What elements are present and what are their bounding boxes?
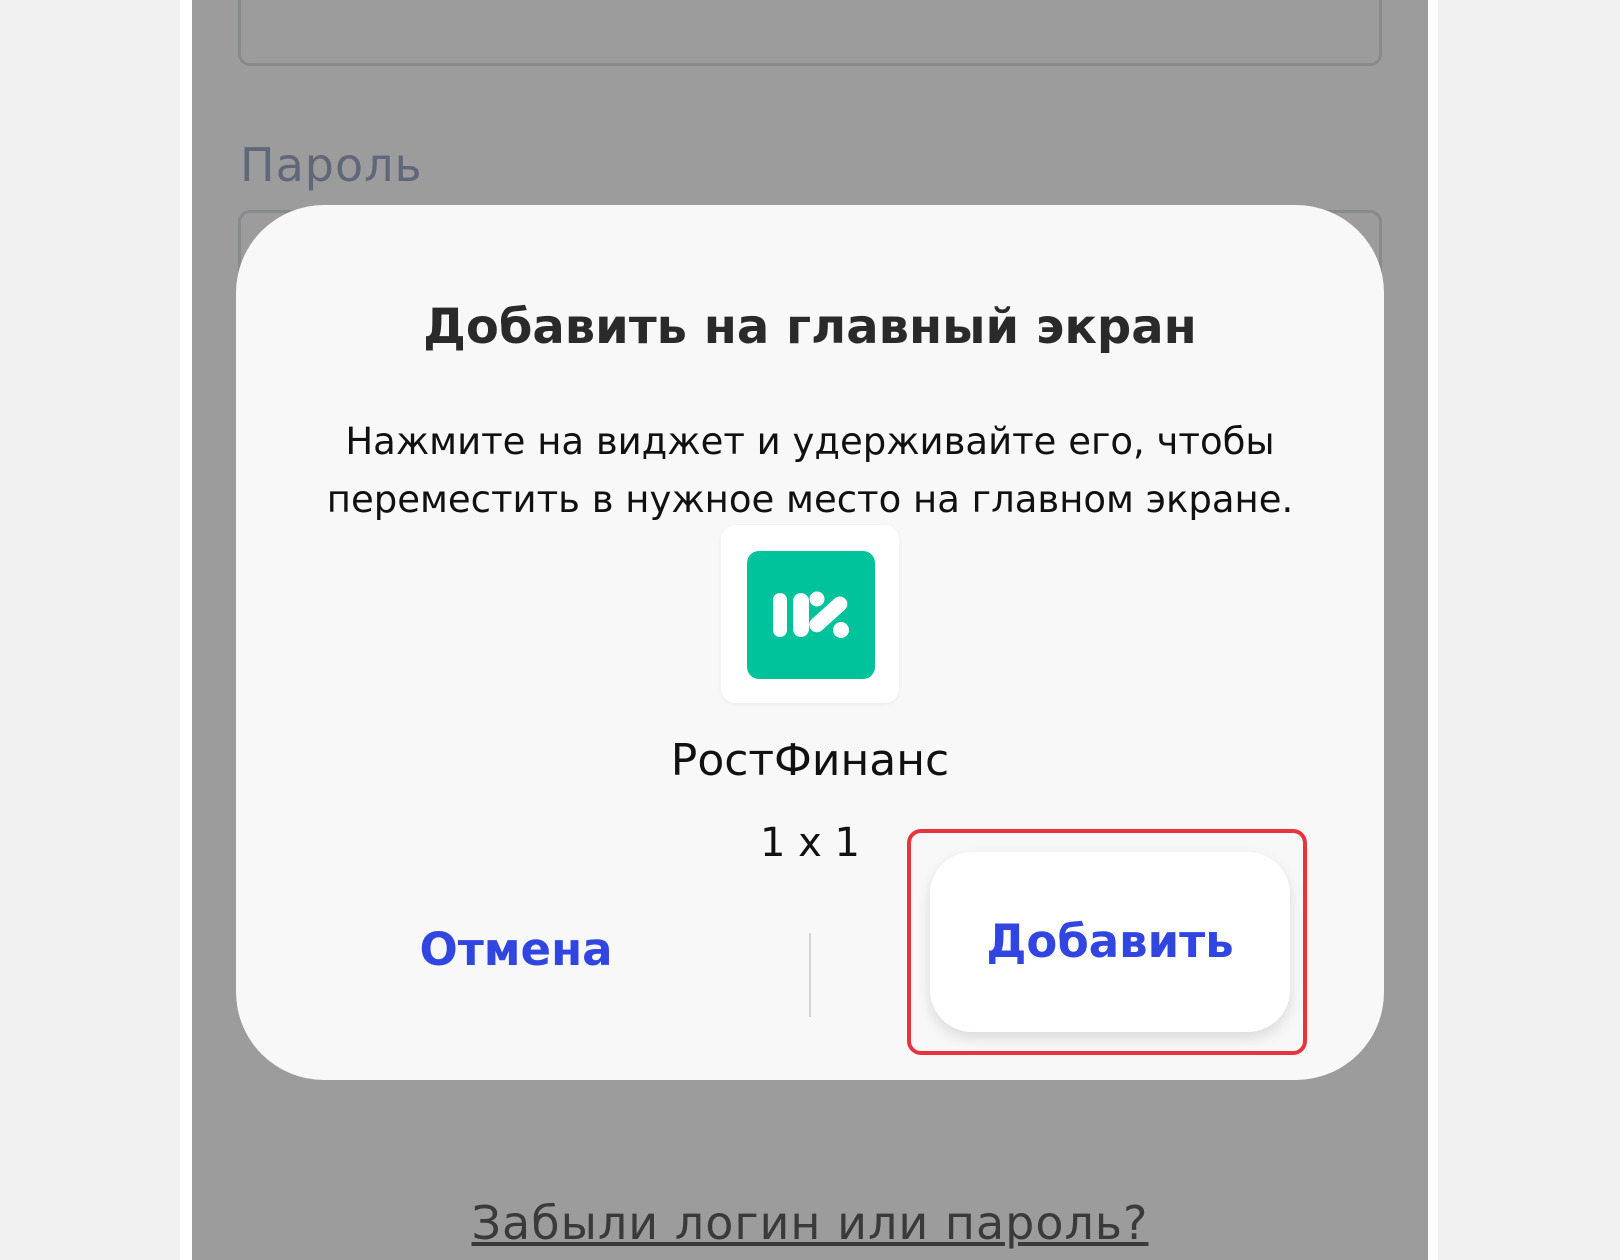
widget-app-name: РостФинанс [670,735,950,786]
forgot-credentials-link[interactable]: Забыли логин или пароль? [192,1196,1428,1250]
button-divider [809,933,811,1017]
cancel-button[interactable]: Отмена [366,915,666,985]
dialog-description: Нажмите на виджет и удерживайте его, что… [326,420,1294,521]
highlight-annotation [907,829,1307,1055]
widget-preview[interactable] [721,525,899,703]
dialog-title: Добавить на главный экран [423,299,1197,355]
login-input[interactable] [238,0,1382,66]
password-label: Пароль [240,138,423,192]
rostfinans-logo-icon [747,551,875,679]
